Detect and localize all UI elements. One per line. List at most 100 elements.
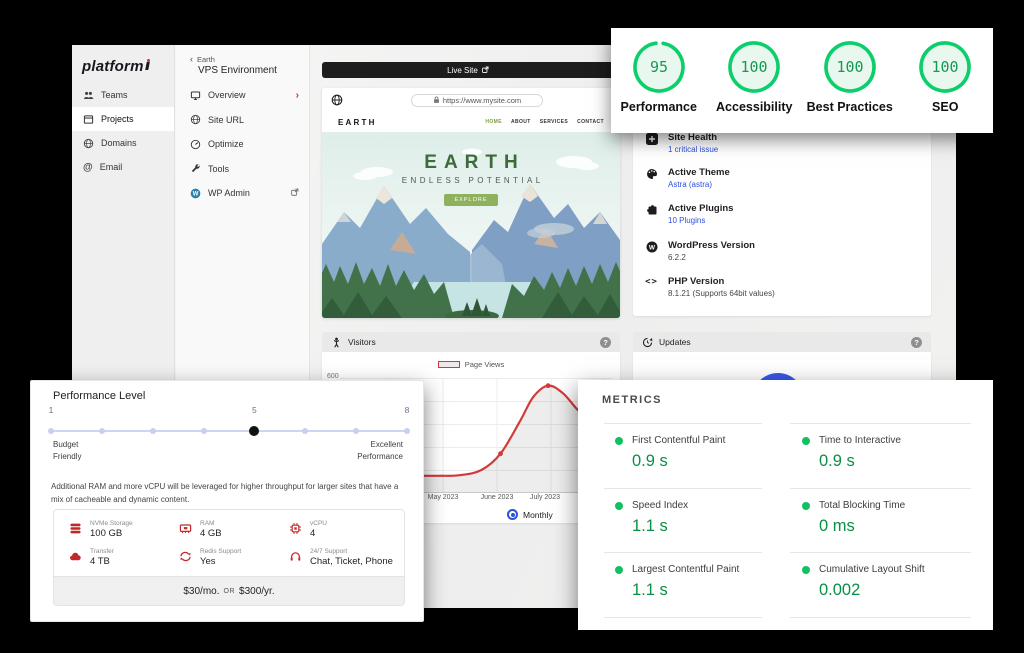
metrics-panel: METRICS First Contentful Paint 0.9 s Tim… xyxy=(578,380,993,630)
performance-level-panel: Performance Level 1 5 8 Budget Friendly … xyxy=(30,380,424,622)
site-header: EARTH HOME ABOUT SERVICES CONTACT xyxy=(322,112,620,132)
price-yearly: $300/yr. xyxy=(239,586,275,597)
slider-right-caption: Excellent Performance xyxy=(357,439,403,463)
php-version-row: <> PHP Version 8.1.21 (Supports 64bit va… xyxy=(645,276,775,298)
env-item-label: Optimize xyxy=(208,139,244,149)
globe-icon xyxy=(331,94,343,106)
sidebar-item-label: Domains xyxy=(101,138,137,148)
updates-panel-header: Updates ? xyxy=(633,332,931,352)
help-icon[interactable]: ? xyxy=(600,337,611,348)
metrics-title: METRICS xyxy=(602,394,662,406)
metric-status-dot xyxy=(802,566,810,574)
site-hero: EARTH ENDLESS POTENTIAL EXPLORE xyxy=(322,132,620,318)
address-bar[interactable]: https://www.mysite.com xyxy=(411,94,543,107)
slider-dot-8[interactable] xyxy=(404,428,410,434)
wordpress-icon: W xyxy=(645,241,658,253)
slider-dot-7[interactable] xyxy=(353,428,359,434)
visitor-person-icon xyxy=(331,337,342,348)
site-info-card: Site Health 1 critical issue Active Them… xyxy=(633,118,931,316)
site-nav-about[interactable]: ABOUT xyxy=(511,119,531,125)
live-site-button[interactable]: Live Site xyxy=(322,62,614,78)
slider-dot-3[interactable] xyxy=(150,428,156,434)
site-health-link[interactable]: 1 critical issue xyxy=(668,145,718,154)
site-nav-services[interactable]: SERVICES xyxy=(540,119,568,125)
slider-handle[interactable] xyxy=(249,426,259,436)
radio-icon xyxy=(507,509,518,520)
gauge-icon xyxy=(190,139,201,150)
site-nav-contact[interactable]: CONTACT xyxy=(577,119,604,125)
svg-text:W: W xyxy=(193,191,199,197)
price-conjunction: OR xyxy=(224,588,236,595)
wordpress-icon: W xyxy=(190,188,201,199)
slider-dot-2[interactable] xyxy=(99,428,105,434)
help-icon[interactable]: ? xyxy=(911,337,922,348)
primary-nav: Teams Projects Domains @ Email xyxy=(72,83,174,179)
plan-specs-card: NVMe Storage100 GB RAM4 GB vCPU4 Transfe… xyxy=(53,509,405,606)
active-plugins-link[interactable]: 10 Plugins xyxy=(668,216,733,225)
metric-status-dot xyxy=(802,502,810,510)
env-item-wp-admin[interactable]: W WP Admin xyxy=(176,181,309,206)
active-plugins-row: Active Plugins 10 Plugins xyxy=(645,203,733,225)
gauge-performance: 95 Performance xyxy=(611,39,707,133)
hero-title: EARTH xyxy=(322,152,620,174)
external-link-icon xyxy=(482,66,489,75)
env-item-optimize[interactable]: Optimize xyxy=(176,132,309,157)
sidebar-item-teams[interactable]: Teams xyxy=(72,83,174,107)
live-site-label: Live Site xyxy=(447,66,478,75)
refresh-icon xyxy=(178,550,192,567)
environment-title: VPS Environment xyxy=(198,65,277,76)
price-band: $30/mo. OR $300/yr. xyxy=(54,576,404,605)
site-nav-home[interactable]: HOME xyxy=(485,119,502,125)
sidebar-item-projects[interactable]: Projects xyxy=(72,107,174,131)
env-item-label: WP Admin xyxy=(208,188,250,198)
browser-chrome: https://www.mysite.com xyxy=(322,88,620,112)
sidebar-item-label: Email xyxy=(100,162,123,172)
active-theme-row: Active Theme Astra (astra) xyxy=(645,167,730,189)
url-text: https://www.mysite.com xyxy=(443,96,521,105)
monitor-icon xyxy=(190,90,201,101)
x-tick-june: June 2023 xyxy=(481,494,514,501)
monthly-filter-radio[interactable]: Monthly xyxy=(507,509,553,520)
projects-icon xyxy=(83,114,94,125)
slider-dot-6[interactable] xyxy=(302,428,308,434)
slider-min-label: 1 xyxy=(49,405,54,415)
site-preview-browser: https://www.mysite.com EARTH HOME ABOUT … xyxy=(322,88,620,318)
breadcrumb[interactable]: ‹ Earth xyxy=(190,54,215,64)
logo-i-mark xyxy=(145,59,150,71)
slider-labels: 1 5 8 xyxy=(51,405,407,417)
sidebar-item-label: Projects xyxy=(101,114,134,124)
performance-description: Additional RAM and more vCPU will be lev… xyxy=(51,481,411,507)
sidebar-item-domains[interactable]: Domains xyxy=(72,131,174,155)
headset-icon xyxy=(288,550,302,567)
logo-i-stick xyxy=(145,62,149,70)
sidebar-item-email[interactable]: @ Email xyxy=(72,155,174,179)
metric-speed-index: Speed Index 1.1 s xyxy=(615,500,785,536)
env-item-overview[interactable]: Overview › xyxy=(176,83,309,108)
metric-value: 1.1 s xyxy=(632,581,785,600)
gauge-seo: 100 SEO xyxy=(898,39,994,133)
active-theme-link[interactable]: Astra (astra) xyxy=(668,180,730,189)
slider-dot-4[interactable] xyxy=(201,428,207,434)
email-at-icon: @ xyxy=(83,162,93,173)
gauge-best-practices: 100 Best Practices xyxy=(802,39,898,133)
chart-legend: Page Views xyxy=(322,360,620,369)
site-nav: HOME ABOUT SERVICES CONTACT xyxy=(485,119,604,125)
cloud-icon xyxy=(68,550,82,567)
metric-largest-contentful-paint: Largest Contentful Paint 1.1 s xyxy=(615,564,785,600)
metric-status-dot xyxy=(615,437,623,445)
slider-dot-1[interactable] xyxy=(48,428,54,434)
explore-button[interactable]: EXPLORE xyxy=(444,194,499,206)
x-tick-may: May 2023 xyxy=(428,494,459,501)
metric-status-dot xyxy=(802,437,810,445)
performance-slider[interactable] xyxy=(51,425,407,437)
env-item-site-url[interactable]: Site URL xyxy=(176,108,309,133)
metric-total-blocking-time: Total Blocking Time 0 ms xyxy=(802,500,972,536)
lock-icon xyxy=(433,96,440,104)
metric-value: 0.9 s xyxy=(819,452,972,471)
spec-vcpu: vCPU4 xyxy=(288,520,327,539)
back-chevron-icon: ‹ xyxy=(190,54,193,64)
spec-nvme-storage: NVMe Storage100 GB xyxy=(68,520,133,539)
wrench-icon xyxy=(190,163,201,174)
env-item-tools[interactable]: Tools xyxy=(176,157,309,182)
metric-time-to-interactive: Time to Interactive 0.9 s xyxy=(802,435,972,471)
